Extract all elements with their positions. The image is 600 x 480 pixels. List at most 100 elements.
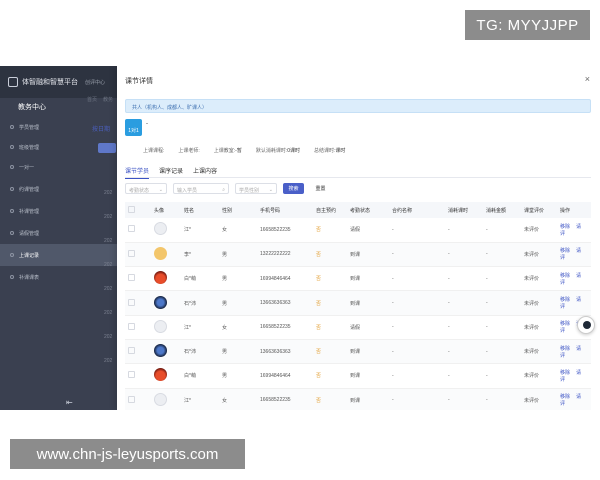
student-phone: 13663636363 [257,339,313,365]
sidebar-item[interactable]: 上课记录 [0,244,117,266]
student-phone: 16658522235 [257,388,313,410]
column-header: 操作 [557,202,591,218]
sidebar-item[interactable]: 一对一 [0,156,117,178]
row-checkbox[interactable] [128,225,135,233]
remove-link[interactable]: 移除 [560,273,570,279]
status-select[interactable]: 考勤状态 ⌄ [125,183,167,194]
class-evaluation: 未评价 [521,266,557,292]
close-icon[interactable]: × [585,74,590,84]
app-header: 体智融和智慧平台 创评中心 [0,66,117,98]
table-body: 江* 女 16658522235 否请假 - - - 未评价 移除 请评 李* 男 1322222222… [125,218,591,410]
sidebar-item[interactable]: 补课课表 [0,266,117,288]
table-row: 石*沛男 13663636363 否到课 - - - 未评价 移除 请评 [125,290,591,316]
lesson-info-item: 总结课时:课时 [314,147,345,154]
remove-link[interactable]: 移除 [560,346,570,352]
remove-link[interactable]: 移除 [560,370,570,376]
remove-link[interactable]: 移除 [560,394,570,400]
contract-name: - [389,242,445,268]
watermark-bottom: www.chn-js-leyusports.com [10,439,245,469]
row-checkbox[interactable] [128,371,135,379]
breadcrumb-item[interactable]: 教务 [103,96,113,103]
row-checkbox[interactable] [128,249,135,257]
app-logo-icon [8,77,18,87]
amount-used: - [483,363,521,389]
chevron-down-icon: ⌄ [158,187,163,193]
select-all-checkbox[interactable] [128,205,135,213]
table-row: 白*萌男 16994846464 否到课 - - - 未评价 移除 请评 [125,266,591,292]
avatar [154,295,167,309]
sidebar-item[interactable]: 补课管理 [0,200,117,222]
contract-name: - [389,363,445,389]
students-table: 头像 姓名 性别 手机号码 自主预约 考勤状态 合约名称 消耗课时 消耗金额 课堂评价 操作 江* 女… [125,202,591,410]
hours-used: - [445,388,483,410]
row-checkbox[interactable] [128,347,135,355]
bg-date-label: 202 [104,286,113,292]
row-select-cell [125,388,151,410]
hours-used: - [445,339,483,365]
column-header: 手机号码 [257,202,313,218]
gender-select-placeholder: 学员性别 [239,188,260,194]
column-header: 头像 [151,202,181,218]
row-actions: 移除请评 [557,388,591,410]
sidebar-item-label: 补课管理 [19,208,40,215]
lesson-info-label: 默认消耗课时: [255,148,288,154]
hours-used: - [445,218,483,243]
student-gender: 女 [219,388,257,410]
avatar [154,392,167,406]
bg-date-label: 202 [104,214,113,220]
student-gender: 女 [219,315,257,340]
bg-button[interactable] [98,143,116,153]
course-thumbnail: 1对1 [125,119,142,136]
remove-link[interactable]: 移除 [560,321,570,327]
row-checkbox[interactable] [128,274,135,282]
remove-link[interactable]: 移除 [560,224,570,230]
lesson-info-value: 0课时 [287,148,301,154]
gender-select[interactable]: 学员性别 ⌄ [235,183,277,194]
sidebar-item[interactable]: 请假管理 [0,222,117,244]
row-checkbox[interactable] [128,298,135,306]
row-select-cell [125,290,151,316]
student-gender: 男 [219,290,257,316]
breadcrumb-item[interactable]: 首页 [87,96,97,103]
student-phone: 16658522235 [257,218,313,243]
student-search-input[interactable]: 输入学员 ⌕ [173,183,229,194]
student-phone: 16658522235 [257,315,313,340]
hours-used: - [445,290,483,316]
avatar [154,344,167,358]
self-booking: 否 [313,363,347,389]
student-search-placeholder: 输入学员 [177,188,198,194]
search-button[interactable]: 搜索 [283,183,304,194]
remove-link[interactable]: 移除 [560,248,570,254]
search-icon: ⌕ [222,187,225,193]
row-select-cell [125,242,151,268]
menu-item-icon [10,253,14,257]
row-select-cell [125,363,151,389]
bg-tab[interactable]: 按日期 [92,124,110,133]
lesson-info-item: 上课老师: [178,147,199,154]
student-name: 江* [181,218,219,243]
student-name: 石*沛 [181,339,219,365]
lesson-info-label: 上课老师: [178,148,200,154]
class-evaluation: 未评价 [521,315,557,340]
sidebar-item[interactable]: 约课管理 [0,178,117,200]
contract-name: - [389,266,445,292]
attendance-status: 到课 [347,290,389,316]
modal-title: 课节详情 [125,78,153,85]
app-sidebar: 体智融和智慧平台 创评中心 教务中心 学员管理 班级管理 一对一 约课管理 补课管理 请假… [0,66,117,410]
student-gender: 男 [219,339,257,365]
course-name: - [146,121,148,127]
table-row: 江*女16658522235否请假---未评价移除请评 [125,218,591,243]
avatar [154,246,167,260]
lesson-info-label: 上课教室: [213,148,236,154]
remove-link[interactable]: 移除 [560,297,570,303]
row-checkbox[interactable] [128,322,135,330]
self-booking: 否 [313,242,347,268]
support-avatar-icon[interactable] [577,316,595,334]
bg-date-label: 202 [104,334,113,340]
row-checkbox[interactable] [128,395,135,403]
student-name: 李* [181,242,219,268]
collapse-icon[interactable]: ⇤ [66,398,73,407]
select-all-header[interactable] [125,202,151,218]
reset-button[interactable]: 重置 [310,183,331,194]
course-badge: 1对1 [128,128,139,134]
